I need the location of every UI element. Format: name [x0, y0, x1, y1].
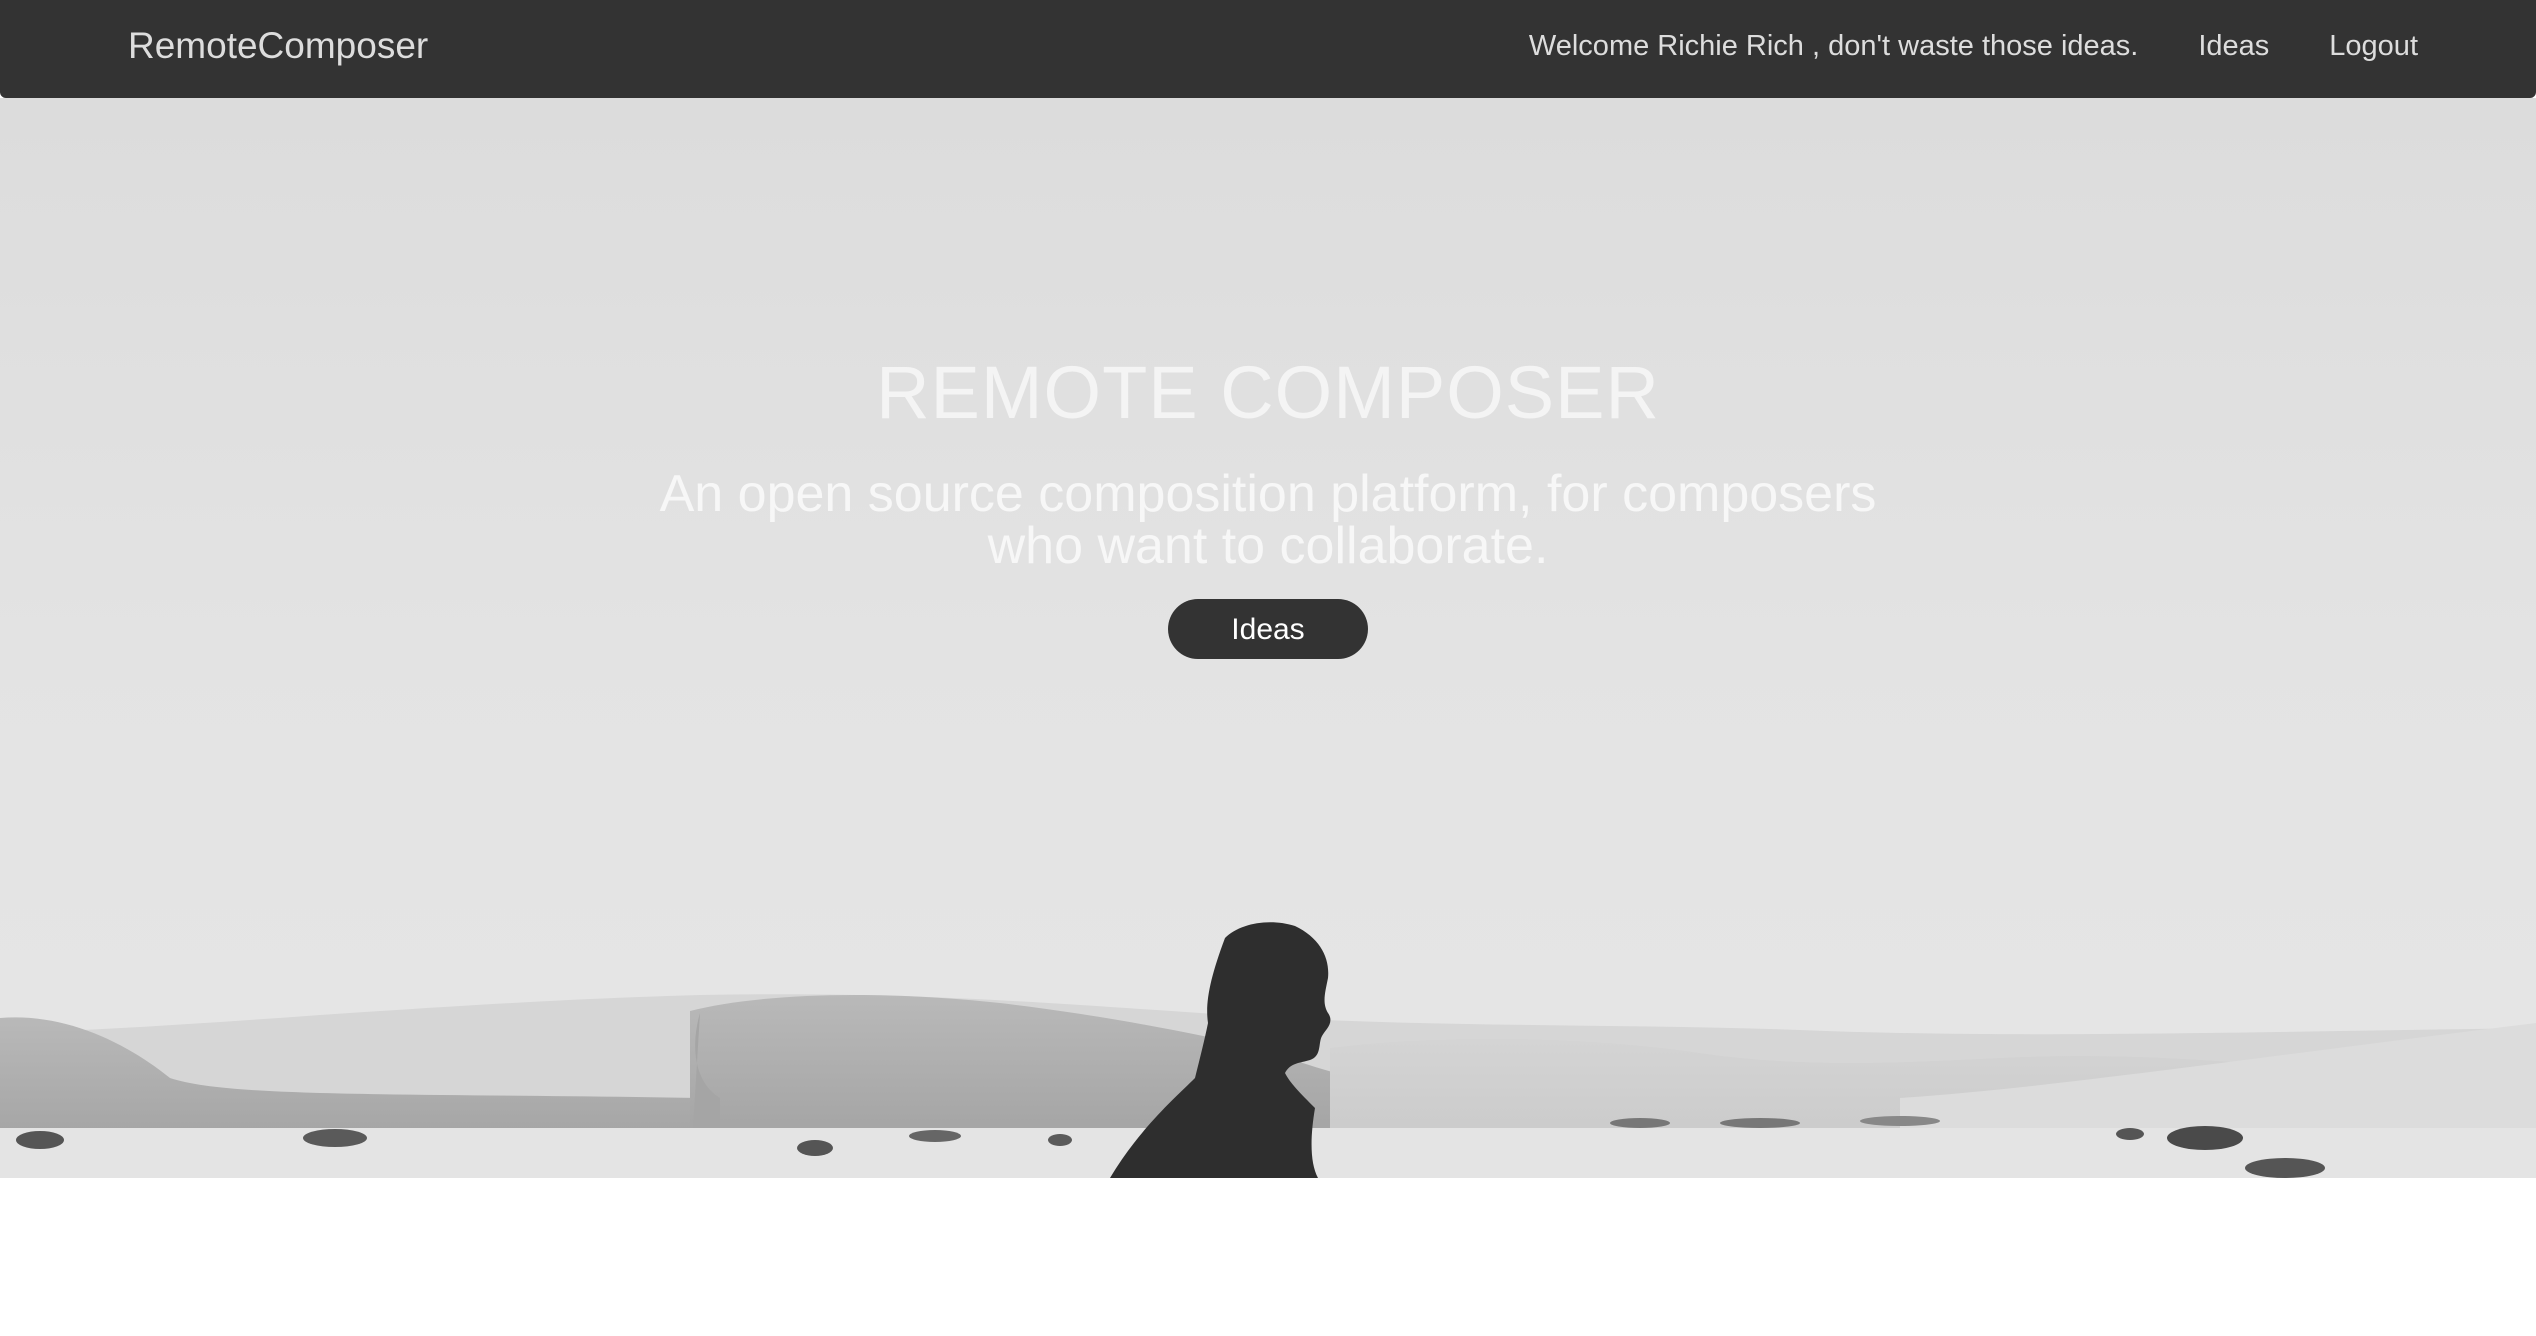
brand-logo-link[interactable]: RemoteComposer: [128, 0, 428, 92]
hero-title: REMOTE COMPOSER: [876, 351, 1660, 434]
welcome-message: Welcome Richie Rich , don't waste those …: [1528, 29, 2139, 62]
top-navbar: RemoteComposer Welcome Richie Rich , don…: [0, 0, 2536, 98]
hero-section: REMOTE COMPOSER An open source compositi…: [0, 98, 2536, 1178]
navbar-right-group: Welcome Richie Rich , don't waste those …: [1529, 0, 2418, 92]
hero-subtitle: An open source composition platform, for…: [659, 465, 1877, 575]
nav-link-logout[interactable]: Logout: [2329, 30, 2418, 63]
nav-link-ideas[interactable]: Ideas: [2198, 30, 2269, 63]
hero-ideas-button[interactable]: Ideas: [1168, 599, 1368, 659]
